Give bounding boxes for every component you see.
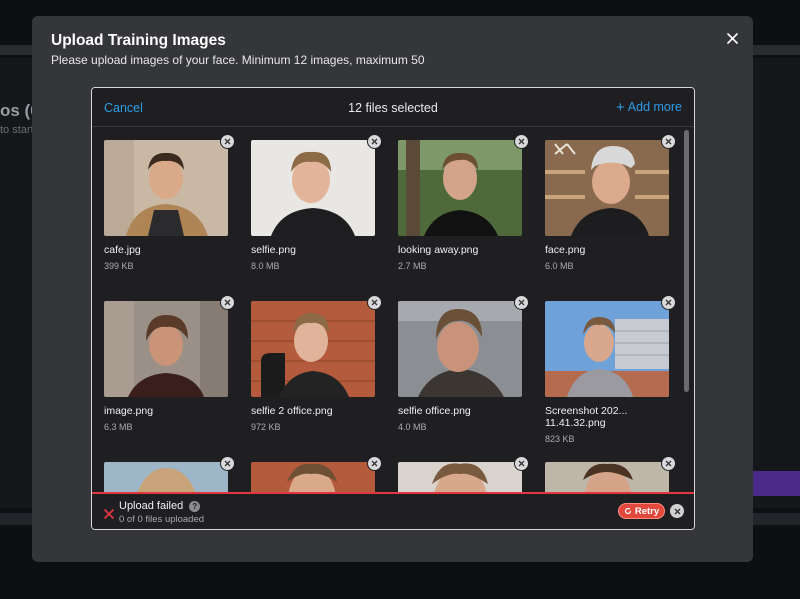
remove-file-icon[interactable]	[514, 456, 529, 471]
close-icon[interactable]	[724, 30, 740, 46]
remove-file-icon[interactable]	[367, 134, 382, 149]
file-size: 399 KB	[104, 261, 134, 271]
file-grid: cafe.jpg 399 KB selfie.png 8.0 MB lookin…	[92, 128, 694, 492]
file-name: Screenshot 202... 11.41.32.png	[545, 405, 628, 429]
upload-progress-text: 0 of 0 files uploaded	[119, 514, 205, 525]
file-name: selfie 2 office.png	[251, 405, 333, 417]
image-thumbnail	[545, 462, 669, 492]
background-button	[752, 471, 800, 496]
remove-file-icon[interactable]	[514, 295, 529, 310]
file-name: cafe.jpg	[104, 244, 141, 256]
add-more-button[interactable]: + Add more	[616, 98, 682, 116]
help-icon[interactable]: ?	[189, 500, 201, 512]
retry-button[interactable]: Retry	[618, 503, 665, 519]
plus-icon: +	[616, 98, 625, 116]
file-size: 6.3 MB	[104, 422, 133, 432]
image-thumbnail	[398, 462, 522, 492]
upload-failed-label: Upload failed	[119, 500, 184, 512]
uploader-header: 12 files selected Cancel + Add more	[92, 88, 694, 127]
dismiss-icon[interactable]	[670, 504, 684, 518]
image-thumbnail	[104, 462, 228, 492]
file-size: 6.0 MB	[545, 261, 574, 271]
remove-file-icon[interactable]	[367, 456, 382, 471]
file-name: face.png	[545, 244, 586, 256]
remove-file-icon[interactable]	[661, 295, 676, 310]
error-x-icon	[103, 507, 115, 519]
retry-icon	[624, 507, 631, 515]
add-more-label: Add more	[627, 100, 682, 114]
image-thumbnail	[545, 301, 669, 397]
file-size: 8.0 MB	[251, 261, 280, 271]
retry-label: Retry	[634, 505, 660, 517]
upload-modal: Upload Training Images Please upload ima…	[32, 16, 753, 562]
image-thumbnail	[104, 140, 228, 236]
scrollbar[interactable]	[684, 130, 689, 392]
files-selected-count: 12 files selected	[348, 101, 438, 115]
remove-file-icon[interactable]	[220, 456, 235, 471]
image-thumbnail	[251, 301, 375, 397]
upload-failed-title: Upload failed ?	[119, 500, 201, 512]
file-size: 4.0 MB	[398, 422, 427, 432]
file-name: image.png	[104, 405, 154, 417]
file-name: selfie.png	[251, 244, 296, 256]
image-thumbnail	[398, 301, 522, 397]
remove-file-icon[interactable]	[661, 456, 676, 471]
file-size: 2.7 MB	[398, 261, 427, 271]
image-thumbnail	[398, 140, 522, 236]
file-size: 972 KB	[251, 422, 281, 432]
background-subtext: to start	[0, 124, 34, 136]
modal-title: Upload Training Images	[51, 32, 226, 49]
image-thumbnail	[251, 140, 375, 236]
image-thumbnail	[251, 462, 375, 492]
image-thumbnail	[104, 301, 228, 397]
cancel-button[interactable]: Cancel	[104, 101, 143, 115]
remove-file-icon[interactable]	[514, 134, 529, 149]
file-name: selfie office.png	[398, 405, 471, 417]
file-size: 823 KB	[545, 434, 575, 444]
file-name: looking away.png	[398, 244, 479, 256]
remove-file-icon[interactable]	[367, 295, 382, 310]
upload-status-bar: Upload failed ? 0 of 0 files uploaded Re…	[92, 492, 694, 529]
modal-subtitle: Please upload images of your face. Minim…	[51, 53, 425, 67]
remove-file-icon[interactable]	[220, 295, 235, 310]
remove-file-icon[interactable]	[220, 134, 235, 149]
remove-file-icon[interactable]	[661, 134, 676, 149]
file-uploader: 12 files selected Cancel + Add more cafe…	[91, 87, 695, 530]
image-thumbnail	[545, 140, 669, 236]
